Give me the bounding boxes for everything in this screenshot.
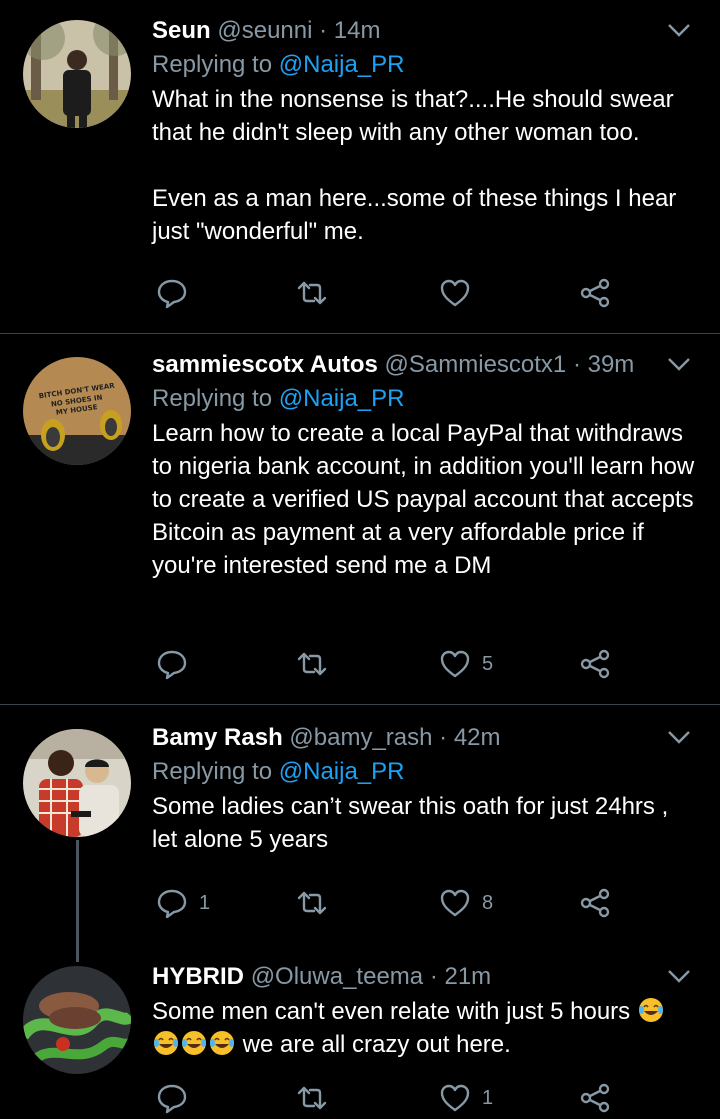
- display-name[interactable]: Seun: [152, 17, 211, 44]
- share-button[interactable]: [578, 276, 612, 310]
- display-name[interactable]: HYBRID: [152, 963, 244, 990]
- tweet-paragraph: Some ladies can’t swear this oath for ju…: [152, 793, 669, 853]
- avatar-image: [23, 20, 131, 128]
- replying-label: Replying to: [152, 51, 273, 78]
- retweet-icon: [297, 891, 327, 915]
- share-icon: [580, 888, 610, 918]
- avatar[interactable]: BITCH DON'T WEAR NO SHOES IN MY HOUSE: [23, 357, 131, 465]
- timestamp[interactable]: · 21m: [430, 963, 491, 990]
- like-icon: [440, 1084, 470, 1112]
- tweet-text-part: we are all crazy out here.: [242, 1031, 511, 1058]
- share-icon: [580, 649, 610, 679]
- handle[interactable]: @bamy_rash: [289, 724, 432, 751]
- timestamp[interactable]: · 14m: [319, 17, 380, 44]
- avatar[interactable]: [23, 729, 131, 837]
- timestamp[interactable]: · 39m: [573, 351, 634, 378]
- like-count: 5: [482, 652, 494, 675]
- tweet-actions: 1 8: [155, 886, 625, 920]
- like-button[interactable]: 1: [438, 1081, 493, 1115]
- handle[interactable]: @Oluwa_teema: [251, 963, 423, 990]
- like-icon: [440, 650, 470, 678]
- tweet-paragraph: What in the nonsense is that?....He shou…: [152, 86, 674, 146]
- face-with-tears-of-joy-icon: [154, 1031, 178, 1055]
- mention-link[interactable]: @Naija_PR: [279, 758, 405, 785]
- chevron-down-icon[interactable]: [666, 20, 692, 40]
- tweet-text: Learn how to create a local PayPal that …: [152, 417, 700, 582]
- retweet-icon: [297, 652, 327, 676]
- like-button[interactable]: 5: [438, 647, 493, 681]
- tweet-hybrid[interactable]: HYBRID @Oluwa_teema · 21m Some men can't…: [0, 950, 720, 1119]
- replying-label: Replying to: [152, 758, 273, 785]
- reply-button[interactable]: [155, 276, 199, 310]
- face-with-tears-of-joy-icon: [210, 1031, 234, 1055]
- tweet-header: sammiescotx Autos @Sammiescotx1 · 39m: [152, 350, 700, 380]
- reply-button[interactable]: 1: [155, 886, 210, 920]
- reply-count: 1: [199, 891, 211, 914]
- replying-to: Replying to @Naija_PR: [152, 383, 700, 415]
- handle[interactable]: @Sammiescotx1: [385, 351, 567, 378]
- replying-label: Replying to: [152, 385, 273, 412]
- like-button[interactable]: [438, 276, 482, 310]
- tweet-text-part: Some men can't even relate with just 5 h…: [152, 998, 631, 1025]
- chevron-down-icon[interactable]: [666, 354, 692, 374]
- retweet-button[interactable]: [295, 1081, 339, 1115]
- replying-to: Replying to @Naija_PR: [152, 49, 700, 81]
- retweet-button[interactable]: [295, 276, 339, 310]
- tweet-actions: 5: [155, 647, 625, 681]
- timestamp[interactable]: · 42m: [439, 724, 500, 751]
- tweet-text: What in the nonsense is that?....He shou…: [152, 83, 700, 248]
- replying-to: Replying to @Naija_PR: [152, 756, 700, 788]
- face-with-tears-of-joy-icon: [182, 1031, 206, 1055]
- retweet-icon: [297, 281, 327, 305]
- like-icon: [440, 279, 470, 307]
- avatar-image: BITCH DON'T WEAR NO SHOES IN MY HOUSE: [23, 357, 131, 465]
- avatar[interactable]: [23, 20, 131, 128]
- share-button[interactable]: [578, 647, 612, 681]
- tweet-header: HYBRID @Oluwa_teema · 21m: [152, 962, 700, 992]
- tweet-paragraph: Learn how to create a local PayPal that …: [152, 420, 695, 579]
- avatar-image: [23, 729, 131, 837]
- retweet-icon: [297, 1086, 327, 1110]
- reply-button[interactable]: [155, 647, 199, 681]
- avatar[interactable]: [23, 966, 131, 1074]
- tweet-seun[interactable]: Seun @seunni · 14m Replying to @Naija_PR…: [0, 0, 720, 333]
- retweet-button[interactable]: [295, 647, 339, 681]
- mention-link[interactable]: @Naija_PR: [279, 51, 405, 78]
- reply-button[interactable]: [155, 1081, 199, 1115]
- tweet-bamy-rash[interactable]: Bamy Rash @bamy_rash · 42m Replying to @…: [0, 705, 720, 950]
- avatar-image: [23, 966, 131, 1074]
- tweet-header: Seun @seunni · 14m: [152, 16, 700, 46]
- tweet-paragraph: Even as a man here...some of these thing…: [152, 185, 677, 245]
- tweet-actions: 1: [155, 1081, 625, 1115]
- face-with-tears-of-joy-icon: [638, 998, 663, 1022]
- display-name[interactable]: sammiescotx Autos: [152, 351, 378, 378]
- like-icon: [440, 889, 470, 917]
- reply-icon: [157, 889, 187, 919]
- display-name[interactable]: Bamy Rash: [152, 724, 283, 751]
- reply-icon: [157, 1084, 187, 1114]
- handle[interactable]: @seunni: [217, 17, 312, 44]
- share-button[interactable]: [578, 886, 612, 920]
- tweet-actions: [155, 276, 625, 310]
- like-count: 8: [482, 891, 494, 914]
- share-button[interactable]: [578, 1081, 612, 1115]
- chevron-down-icon[interactable]: [666, 966, 692, 986]
- like-count: 1: [482, 1086, 494, 1109]
- tweet-text: Some ladies can’t swear this oath for ju…: [152, 790, 700, 856]
- reply-icon: [157, 279, 187, 309]
- like-button[interactable]: 8: [438, 886, 493, 920]
- tweet-sammiescotx[interactable]: BITCH DON'T WEAR NO SHOES IN MY HOUSE sa…: [0, 334, 720, 704]
- share-icon: [580, 1083, 610, 1113]
- tweet-header: Bamy Rash @bamy_rash · 42m: [152, 723, 700, 753]
- share-icon: [580, 278, 610, 308]
- reply-icon: [157, 650, 187, 680]
- chevron-down-icon[interactable]: [666, 727, 692, 747]
- mention-link[interactable]: @Naija_PR: [279, 385, 405, 412]
- tweet-text: Some men can't even relate with just 5 h…: [152, 995, 700, 1061]
- retweet-button[interactable]: [295, 886, 339, 920]
